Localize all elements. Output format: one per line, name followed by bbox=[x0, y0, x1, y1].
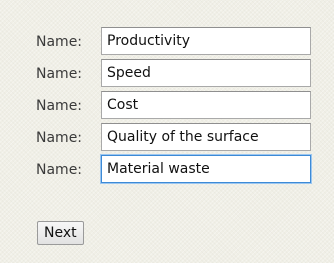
name-label: Name: bbox=[36, 98, 83, 114]
name-input-4[interactable] bbox=[101, 123, 311, 151]
name-input-5[interactable] bbox=[101, 155, 311, 183]
name-label: Name: bbox=[36, 34, 83, 50]
name-label: Name: bbox=[36, 162, 83, 178]
name-input-3[interactable] bbox=[101, 91, 311, 119]
next-button[interactable]: Next bbox=[37, 221, 84, 245]
name-label: Name: bbox=[36, 66, 83, 82]
name-label: Name: bbox=[36, 130, 83, 146]
name-input-2[interactable] bbox=[101, 59, 311, 87]
name-input-1[interactable] bbox=[101, 27, 311, 55]
